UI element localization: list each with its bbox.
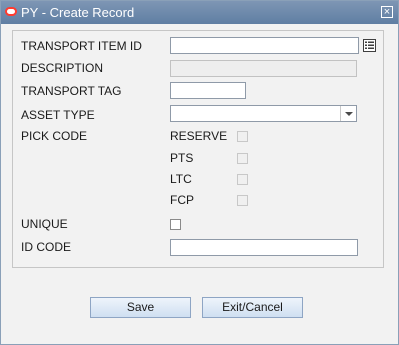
- pick-code-label: PICK CODE: [21, 129, 88, 143]
- pick-code-pts-checkbox: [237, 153, 248, 164]
- unique-checkbox[interactable]: [170, 219, 181, 230]
- pick-code-reserve-checkbox: [237, 131, 248, 142]
- form-panel: TRANSPORT ITEM ID DESCRIPTION TRANSPORT …: [12, 30, 384, 268]
- transport-item-id-label: TRANSPORT ITEM ID: [21, 39, 142, 53]
- title-bar: PY - Create Record ×: [1, 1, 398, 24]
- description-label: DESCRIPTION: [21, 61, 104, 75]
- pick-code-ltc-label: LTC: [170, 172, 192, 186]
- transport-tag-label: TRANSPORT TAG: [21, 84, 122, 98]
- close-icon[interactable]: ×: [381, 6, 393, 18]
- asset-type-label: ASSET TYPE: [21, 108, 95, 122]
- pick-code-fcp-label: FCP: [170, 193, 194, 207]
- pick-code-fcp-checkbox: [237, 195, 248, 206]
- exit-cancel-button[interactable]: Exit/Cancel: [202, 297, 303, 318]
- create-record-dialog: PY - Create Record × TRANSPORT ITEM ID D…: [0, 0, 399, 345]
- chevron-down-icon[interactable]: [340, 106, 356, 121]
- description-input: [170, 60, 357, 77]
- pick-code-ltc-checkbox: [237, 174, 248, 185]
- id-code-input[interactable]: [170, 239, 358, 256]
- oracle-logo-icon: [5, 7, 17, 16]
- unique-label: UNIQUE: [21, 217, 68, 231]
- window-title: PY - Create Record: [21, 5, 135, 20]
- asset-type-select[interactable]: [170, 105, 357, 122]
- transport-item-id-input[interactable]: [170, 37, 359, 54]
- save-button[interactable]: Save: [90, 297, 191, 318]
- pick-code-reserve-label: RESERVE: [170, 129, 228, 143]
- list-of-values-icon[interactable]: [363, 39, 376, 52]
- id-code-label: ID CODE: [21, 240, 72, 254]
- transport-tag-input[interactable]: [170, 82, 246, 99]
- pick-code-pts-label: PTS: [170, 151, 194, 165]
